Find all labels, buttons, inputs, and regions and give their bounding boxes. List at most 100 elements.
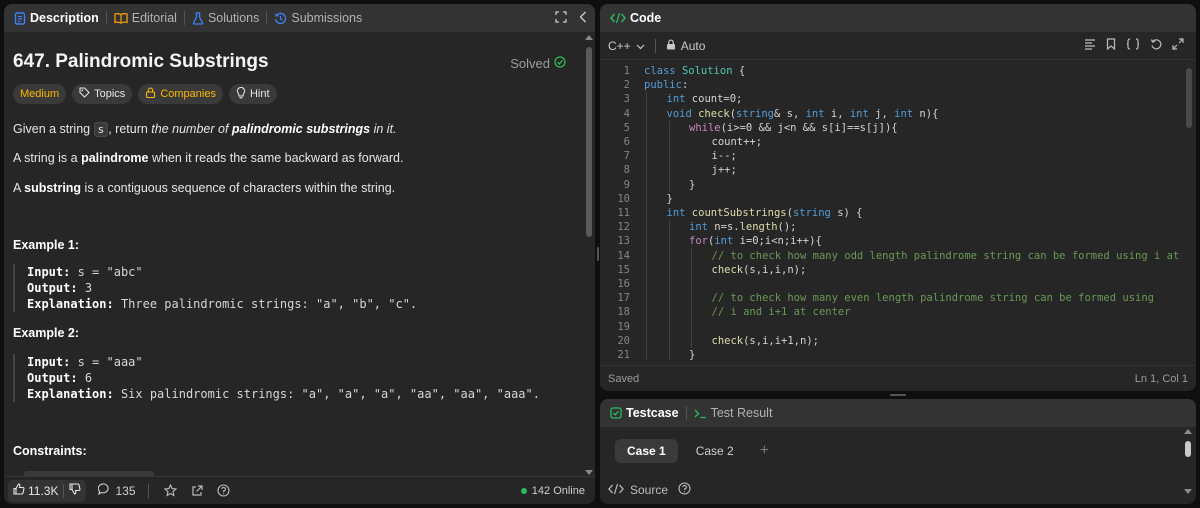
- like-count: 11.3K: [28, 483, 59, 498]
- description-scrollbar[interactable]: [585, 35, 593, 475]
- help-icon[interactable]: [216, 484, 230, 497]
- example-2-block: Input: s = "aaa" Output: 6 Explanation: …: [13, 354, 573, 402]
- code-line[interactable]: 6 count++;: [600, 135, 1184, 149]
- language-select[interactable]: C++: [608, 39, 645, 53]
- vote-group: 11.3K: [8, 479, 87, 502]
- topics-tag[interactable]: Topics: [72, 84, 133, 104]
- code-line[interactable]: 7 i--;: [600, 149, 1184, 163]
- code-text: // to check how many odd length palindro…: [712, 249, 1185, 263]
- input-value: s = "aaa": [77, 355, 143, 369]
- scroll-up-icon[interactable]: [1184, 429, 1192, 434]
- line-number: 10: [617, 192, 630, 205]
- code-line[interactable]: 18 // i and i+1 at center: [600, 305, 1184, 319]
- footer-separator: [147, 483, 149, 498]
- code-line[interactable]: 17 // to check how many even length palin…: [600, 291, 1184, 305]
- auto-mode[interactable]: Auto: [666, 39, 705, 53]
- text: is a contiguous sequence of characters w…: [81, 181, 396, 195]
- code-token: int: [805, 107, 831, 120]
- code-line[interactable]: 8 j++;: [600, 163, 1184, 177]
- code-line[interactable]: 16: [600, 277, 1184, 291]
- scrollbar-thumb[interactable]: [1185, 441, 1191, 457]
- comments-button[interactable]: 135: [98, 483, 136, 498]
- code-line[interactable]: 9}: [600, 178, 1184, 192]
- share-icon[interactable]: [191, 484, 203, 497]
- inline-code: s: [93, 122, 109, 137]
- dislike-button[interactable]: [64, 480, 86, 502]
- code-token: // i and i+1 at center: [711, 306, 851, 319]
- code-line[interactable]: 1 class Solution {: [600, 64, 1184, 78]
- collapse-left-icon[interactable]: [579, 11, 587, 26]
- braces-icon[interactable]: [1126, 38, 1140, 53]
- tab-separator: [183, 11, 185, 25]
- text: palindromic substrings: [231, 122, 371, 136]
- code-scrollbar[interactable]: [1186, 68, 1192, 358]
- case-1-tab[interactable]: Case 1: [615, 439, 678, 463]
- testcase-scrollbar[interactable]: [1184, 429, 1192, 494]
- hint-tag[interactable]: Hint: [228, 84, 277, 104]
- add-case-button[interactable]: +: [760, 442, 769, 460]
- code-token: (i>=0 && j<n && s[i]==s[j]){: [720, 121, 898, 134]
- code-token: ();: [777, 221, 797, 234]
- reset-icon[interactable]: [1150, 38, 1162, 53]
- code-tabbar: Code: [600, 4, 1196, 32]
- code-text: int count=0;: [667, 92, 743, 106]
- testcase-panel: Testcase Test Result Case 1 Case 2 + Sou…: [600, 399, 1196, 504]
- code-line[interactable]: 4 void check(string& s, int i, int j, int…: [600, 107, 1184, 121]
- code-line[interactable]: 5 while(i>=0 && j<n && s[i]==s[j]){: [600, 121, 1184, 135]
- code-text: int n=s.length();: [689, 220, 797, 234]
- code-line[interactable]: 3 int count=0;: [600, 92, 1184, 106]
- source-button[interactable]: Source: [608, 482, 691, 498]
- expand-icon[interactable]: [1172, 38, 1184, 53]
- lightbulb-icon: [236, 86, 246, 102]
- problem-statement: Given a string s, return the number of p…: [13, 122, 397, 137]
- tab-submissions[interactable]: Submissions: [268, 7, 368, 29]
- code-line[interactable]: 13 for(int i=0;i<n;i++){: [600, 234, 1184, 248]
- scroll-down-icon[interactable]: [1184, 489, 1192, 494]
- code-token: (s,i,i+1,n);: [743, 334, 819, 347]
- code-line[interactable]: 12 int n=s.length();: [600, 220, 1184, 234]
- tab-code[interactable]: Code: [604, 7, 667, 29]
- example-1-title: Example 1:: [13, 238, 80, 252]
- output-label: Output:: [27, 371, 78, 385]
- tab-testcase[interactable]: Testcase: [604, 402, 685, 424]
- text: A string is a: [13, 151, 82, 165]
- scrollbar-thumb[interactable]: [1186, 68, 1192, 128]
- input-label: Input:: [27, 265, 71, 279]
- code-line[interactable]: 21}: [600, 348, 1184, 360]
- tab-test-result[interactable]: Test Result: [688, 402, 779, 424]
- case-2-tab[interactable]: Case 2: [684, 439, 746, 463]
- scroll-down-icon[interactable]: [585, 470, 593, 475]
- companies-tag[interactable]: Companies: [138, 84, 223, 104]
- tab-editorial[interactable]: Editorial: [108, 7, 183, 29]
- lock-icon: [145, 87, 156, 101]
- code-text: }: [667, 192, 673, 206]
- code-text: void check(string& s, int i, int j, int …: [667, 107, 939, 121]
- code-line[interactable]: 11 int countSubstrings(string s) {: [600, 206, 1184, 220]
- horizontal-resize-handle[interactable]: [600, 391, 1196, 399]
- tab-description[interactable]: Description: [8, 7, 105, 29]
- cursor-position: Ln 1, Col 1: [1134, 372, 1188, 385]
- code-line[interactable]: 19: [600, 320, 1184, 334]
- help-icon[interactable]: [678, 482, 691, 498]
- bookmark-icon[interactable]: [1106, 38, 1116, 53]
- code-line[interactable]: 15 check(s,i,i,n);: [600, 263, 1184, 277]
- like-button[interactable]: 11.3K: [8, 480, 63, 502]
- maximize-icon[interactable]: [555, 10, 567, 26]
- code-editor[interactable]: 1 class Solution {2 public: 3 int count=0; 4 v…: [600, 62, 1184, 360]
- format-icon[interactable]: [1084, 38, 1096, 53]
- code-line[interactable]: 14 // to check how many odd length palind…: [600, 249, 1184, 263]
- tab-solutions[interactable]: Solutions: [186, 7, 265, 29]
- code-line[interactable]: 2 public:: [600, 78, 1184, 92]
- code-text: }: [689, 178, 695, 192]
- document-icon: [14, 11, 26, 25]
- code-token: j++;: [711, 164, 737, 177]
- scroll-up-icon[interactable]: [585, 35, 593, 40]
- code-token: i--;: [711, 150, 737, 163]
- history-icon: [274, 12, 287, 25]
- language-label: C++: [608, 38, 631, 53]
- star-icon[interactable]: [163, 484, 177, 497]
- scrollbar-thumb[interactable]: [586, 47, 592, 237]
- code-token: // to check how many odd length palindro…: [711, 249, 1184, 262]
- code-line[interactable]: 20 check(s,i,i+1,n);: [600, 334, 1184, 348]
- code-line[interactable]: 10}: [600, 192, 1184, 206]
